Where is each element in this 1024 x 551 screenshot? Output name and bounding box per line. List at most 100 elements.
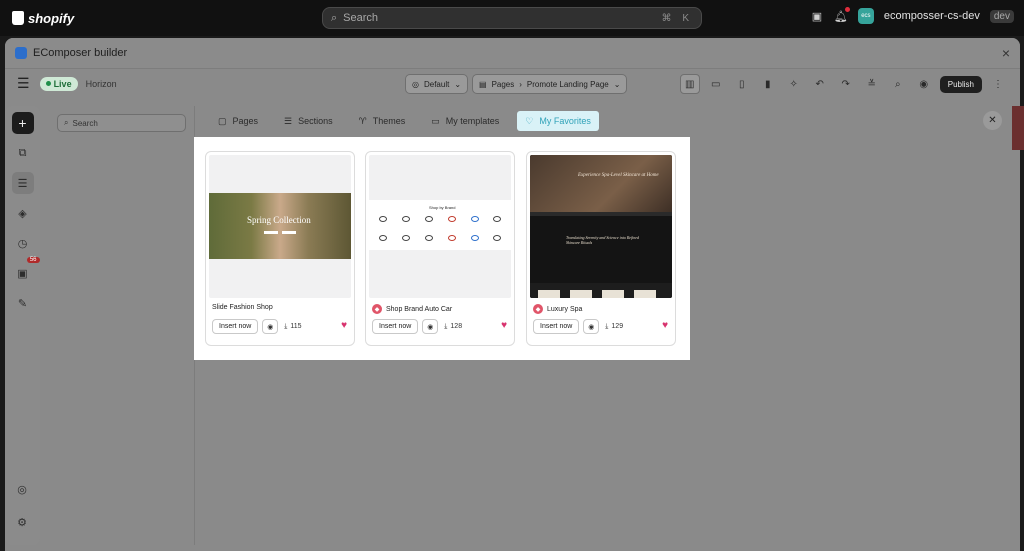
more-vertical-icon[interactable]: ⋮ <box>988 74 1008 94</box>
store-avatar[interactable]: ecs <box>857 8 874 24</box>
live-label: Live <box>53 78 72 89</box>
brand-logo <box>471 216 479 222</box>
window-close-button[interactable]: × <box>1002 45 1010 61</box>
pen-tool-icon[interactable]: ✎ <box>12 292 34 314</box>
spa-strip <box>530 212 672 216</box>
blocks-icon[interactable]: ⧉ <box>12 142 34 164</box>
shopify-search-input[interactable]: ⌕ Search ⌘ K <box>322 7 702 29</box>
bell-icon[interactable]: 🔔︎ <box>834 7 850 23</box>
template-card: Experience Spa-Level Skincare at Home Tr… <box>526 151 676 346</box>
preview-eye-icon[interactable]: ◉ <box>583 319 600 334</box>
template-thumbnail[interactable]: Experience Spa-Level Skincare at Home Tr… <box>530 155 672 298</box>
thumbnail-heading: Spring Collection <box>247 215 311 225</box>
favorites-grid: Spring Collection Slide Fashion Shop Ins… <box>194 137 690 360</box>
desktop-icon[interactable]: ▭ <box>706 74 726 94</box>
thumbnail-button <box>282 231 296 234</box>
insert-now-button[interactable]: Insert now <box>372 319 419 334</box>
ai-tools-icon[interactable]: ✧ <box>784 74 804 94</box>
tab-sections[interactable]: ☰ Sections <box>276 111 341 131</box>
database-icon[interactable]: ◎ <box>11 478 33 500</box>
publish-button[interactable]: Publish <box>939 75 982 93</box>
download-count: ⤓ 115 <box>284 323 301 331</box>
tablet-icon[interactable]: ▯ <box>732 74 752 94</box>
favorite-heart-icon[interactable]: ♥ <box>501 320 507 331</box>
download-count-value: 115 <box>290 323 302 330</box>
brand-logo <box>448 235 456 241</box>
tab-themes[interactable]: ♈︎ Themes <box>351 111 414 131</box>
card-title: ◆ Shop Brand Auto Car <box>372 304 452 314</box>
tab-label: Sections <box>298 116 333 126</box>
product-tile <box>570 290 592 298</box>
layers-icon[interactable]: ◈ <box>12 202 34 224</box>
tab-pages[interactable]: ▢ Pages <box>210 111 266 131</box>
view-select-value: Default <box>423 79 450 89</box>
thumbnail-button <box>264 231 278 234</box>
search-shortcut: ⌘ K <box>661 12 693 24</box>
template-thumbnail[interactable]: Shop by Brand <box>369 155 511 298</box>
page-name: Promote Landing Page <box>526 79 609 89</box>
brand-badge-icon: ◆ <box>533 304 543 314</box>
menu-icon[interactable]: ☰ <box>17 75 30 92</box>
shopify-logo[interactable]: shopify <box>12 11 74 26</box>
tab-my-templates[interactable]: ▭ My templates <box>423 111 507 131</box>
brand-logo <box>448 216 456 222</box>
download-icon: ⤓ <box>605 322 609 330</box>
spa-hero: Experience Spa-Level Skincare at Home <box>530 155 672 215</box>
store-icon[interactable]: ▣ <box>810 9 824 23</box>
product-tile <box>602 290 624 298</box>
insert-now-button[interactable]: Insert now <box>533 319 580 334</box>
tab-label: Pages <box>232 116 259 126</box>
review-icon[interactable]: ▣ 56 <box>12 257 40 284</box>
panel-search-input[interactable]: ⌕ Search <box>57 114 186 132</box>
history-icon[interactable]: ◷ <box>12 232 34 254</box>
card-title-text: Shop Brand Auto Car <box>386 305 453 313</box>
tab-label: My templates <box>445 116 500 126</box>
tab-my-favorites[interactable]: ♡ My Favorites <box>517 111 599 131</box>
tab-label: Themes <box>372 116 406 126</box>
sections-icon[interactable]: ☰ <box>11 172 34 194</box>
favorite-heart-icon[interactable]: ♥ <box>341 320 347 331</box>
heart-icon: ♡ <box>525 115 534 126</box>
view-select[interactable]: ◎ Default ⌄ <box>405 74 469 94</box>
folder-icon: ▭ <box>431 115 440 126</box>
template-card: Spring Collection Slide Fashion Shop Ins… <box>205 151 355 346</box>
ecomposer-app-icon <box>15 47 27 59</box>
settings-sliders-icon[interactable]: ≚ <box>862 74 882 94</box>
inspect-icon[interactable]: ⌕ <box>888 74 908 94</box>
preview-eye-icon[interactable]: ◉ <box>262 319 279 334</box>
preview-eye-icon[interactable]: ◉ <box>914 74 934 94</box>
fashion-banner: Spring Collection <box>209 193 351 259</box>
template-thumbnail[interactable]: Spring Collection <box>209 155 351 298</box>
shopify-bag-icon <box>12 11 24 25</box>
chevron-right-icon: › <box>519 79 522 89</box>
page-edge-preview <box>1012 106 1024 150</box>
favorite-heart-icon[interactable]: ♥ <box>662 320 668 331</box>
product-tile <box>634 290 656 298</box>
template-card: Shop by Brand ◆ Shop Brand Auto Car Inse… <box>365 151 515 346</box>
side-panel <box>48 106 195 545</box>
mobile-icon[interactable]: ▮ <box>758 74 778 94</box>
panel-search-placeholder: Search <box>72 118 98 128</box>
rail-badge: 56 <box>26 257 40 263</box>
left-rail: + ⧉ ☰ ◈ ◷ ▣ 56 ✎ ◎ ⚙ <box>5 106 40 545</box>
preview-eye-icon[interactable]: ◉ <box>422 319 439 334</box>
page-icon: ▢ <box>218 115 227 126</box>
redo-icon[interactable]: ↷ <box>836 74 856 94</box>
search-icon: ⌕ <box>331 11 338 24</box>
store-name[interactable]: ecomposser-cs-dev <box>884 10 980 22</box>
layout-toggle-icon[interactable]: ▥ <box>679 74 700 94</box>
undo-icon[interactable]: ↶ <box>810 74 830 94</box>
insert-now-button[interactable]: Insert now <box>212 319 259 334</box>
chevron-down-icon: ⌄ <box>454 79 462 89</box>
theme-name: Horizon <box>85 78 117 89</box>
brand-logo <box>379 216 387 222</box>
gear-icon[interactable]: ⚙ <box>11 511 33 533</box>
download-count: ⤓ 128 <box>444 323 462 331</box>
add-element-button[interactable]: + <box>11 112 34 134</box>
sections-icon: ☰ <box>284 115 293 126</box>
window-title: EComposer builder <box>33 47 128 59</box>
page-select[interactable]: ▤ Pages › Promote Landing Page ⌄ <box>472 74 628 94</box>
builder-toolbar: ☰ Live Horizon ◎ Default ⌄ ▤ Pages › Pro… <box>5 68 1020 98</box>
library-tabs: ▢ Pages ☰ Sections ♈︎ Themes ▭ My templa… <box>210 111 599 131</box>
close-library-button[interactable]: ✕ <box>983 111 1002 130</box>
